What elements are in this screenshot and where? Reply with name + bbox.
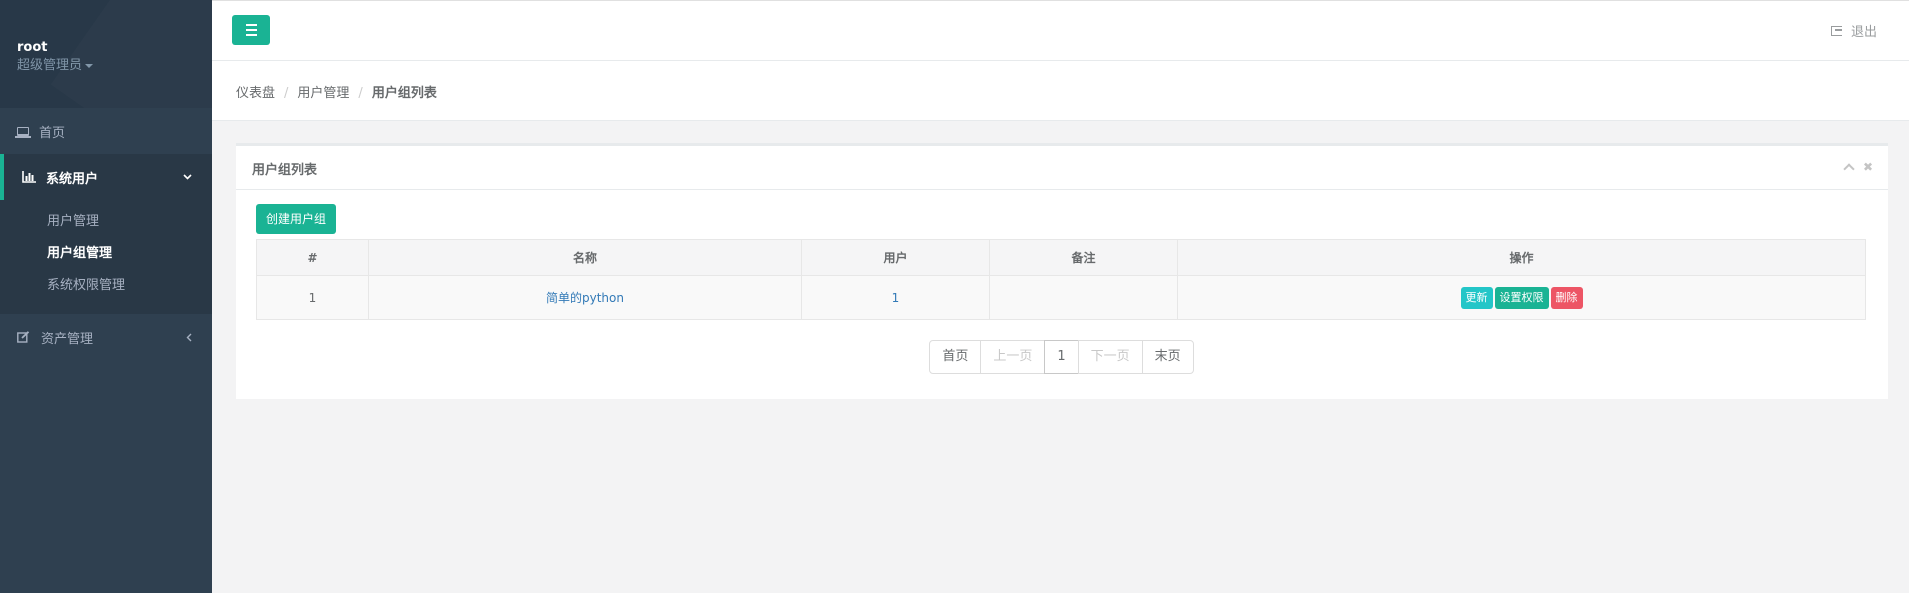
profile-role-dropdown[interactable]: 超级管理员 — [17, 57, 212, 75]
content-panel: 用户组列表 ✖ 创建用户组 # 名称 用户 备注 操作 1 简单的python — [236, 143, 1888, 399]
logout-link[interactable]: 退出 — [1830, 21, 1877, 40]
edit-icon — [17, 331, 31, 343]
pagination-next[interactable]: 下一页 — [1077, 340, 1143, 374]
set-permission-button[interactable]: 设置权限 — [1494, 286, 1549, 309]
sidebar-subitem-user-group-management[interactable]: 用户组管理 — [0, 238, 212, 270]
sidebar-submenu: 用户管理 用户组管理 系统权限管理 — [0, 200, 212, 314]
sign-out-icon — [1830, 25, 1842, 36]
cell-users: 1 — [801, 275, 990, 320]
group-name-link[interactable]: 简单的python — [546, 291, 624, 305]
sidebar-item-home[interactable]: 首页 — [0, 108, 212, 154]
create-user-group-button[interactable]: 创建用户组 — [256, 204, 337, 234]
column-header-name: 名称 — [368, 239, 802, 276]
bar-chart-icon — [22, 171, 36, 183]
panel-title: 用户组列表 — [252, 163, 318, 178]
breadcrumb-current: 用户组列表 — [371, 86, 437, 101]
collapse-icon[interactable] — [1843, 163, 1855, 175]
sidebar: root 超级管理员 首页 系统用户 用户管理 用户组管理 系统权限管理 资产管… — [0, 0, 212, 593]
profile-username: root — [17, 40, 48, 55]
sidebar-item-label: 系统用户 — [46, 171, 99, 187]
pagination-last[interactable]: 末页 — [1141, 340, 1194, 374]
sidebar-subitem-permission-management[interactable]: 系统权限管理 — [0, 270, 212, 302]
cell-index: 1 — [256, 275, 369, 320]
panel-header: 用户组列表 ✖ — [236, 143, 1888, 190]
group-users-link[interactable]: 1 — [892, 291, 900, 305]
breadcrumb-separator: / — [284, 86, 289, 101]
column-header-actions: 操作 — [1177, 239, 1866, 276]
update-button[interactable]: 更新 — [1460, 286, 1493, 309]
close-icon[interactable]: ✖ — [1863, 160, 1873, 174]
sidebar-item-asset-management[interactable]: 资产管理 — [0, 314, 212, 360]
breadcrumb-separator: / — [358, 86, 363, 101]
table-row: 1 简单的python 1 更新 设置权限 删除 — [256, 275, 1866, 320]
logout-label: 退出 — [1850, 25, 1877, 40]
cell-name: 简单的python — [368, 275, 802, 320]
cell-actions: 更新 设置权限 删除 — [1177, 275, 1866, 320]
user-group-table: # 名称 用户 备注 操作 1 简单的python 1 更新 设置权限 删除 — [256, 239, 1866, 320]
sidebar-item-label: 资产管理 — [41, 331, 94, 347]
chevron-down-icon — [183, 154, 192, 200]
laptop-icon — [15, 126, 31, 138]
profile-role-label: 超级管理员 — [17, 58, 83, 73]
column-header-users: 用户 — [801, 239, 990, 276]
column-header-note: 备注 — [989, 239, 1178, 276]
breadcrumb-user-management[interactable]: 用户管理 — [297, 86, 349, 101]
pagination-current[interactable]: 1 — [1044, 340, 1079, 374]
chevron-left-icon — [186, 314, 192, 360]
sidebar-subitem-user-management[interactable]: 用户管理 — [0, 206, 212, 238]
table-header-row: # 名称 用户 备注 操作 — [256, 239, 1866, 276]
menu-toggle-button[interactable] — [232, 15, 270, 45]
pagination-prev[interactable]: 上一页 — [980, 340, 1046, 374]
caret-down-icon — [85, 63, 94, 68]
breadcrumb: 仪表盘 / 用户管理 / 用户组列表 — [212, 61, 1909, 121]
pagination: 首页 上一页 1 下一页 末页 — [256, 340, 1868, 374]
user-profile: root 超级管理员 — [0, 0, 212, 108]
panel-body: 创建用户组 # 名称 用户 备注 操作 1 简单的python 1 更新 设置权… — [236, 190, 1888, 394]
sidebar-item-system-users[interactable]: 系统用户 — [0, 154, 212, 200]
breadcrumb-dashboard[interactable]: 仪表盘 — [236, 86, 275, 101]
sidebar-item-label: 首页 — [39, 125, 66, 141]
pagination-first[interactable]: 首页 — [929, 340, 982, 374]
column-header-index: # — [256, 239, 369, 276]
delete-button[interactable]: 删除 — [1550, 286, 1583, 309]
top-navbar: 退出 — [212, 0, 1909, 61]
cell-note — [989, 275, 1178, 320]
panel-tools: ✖ — [1843, 160, 1873, 175]
